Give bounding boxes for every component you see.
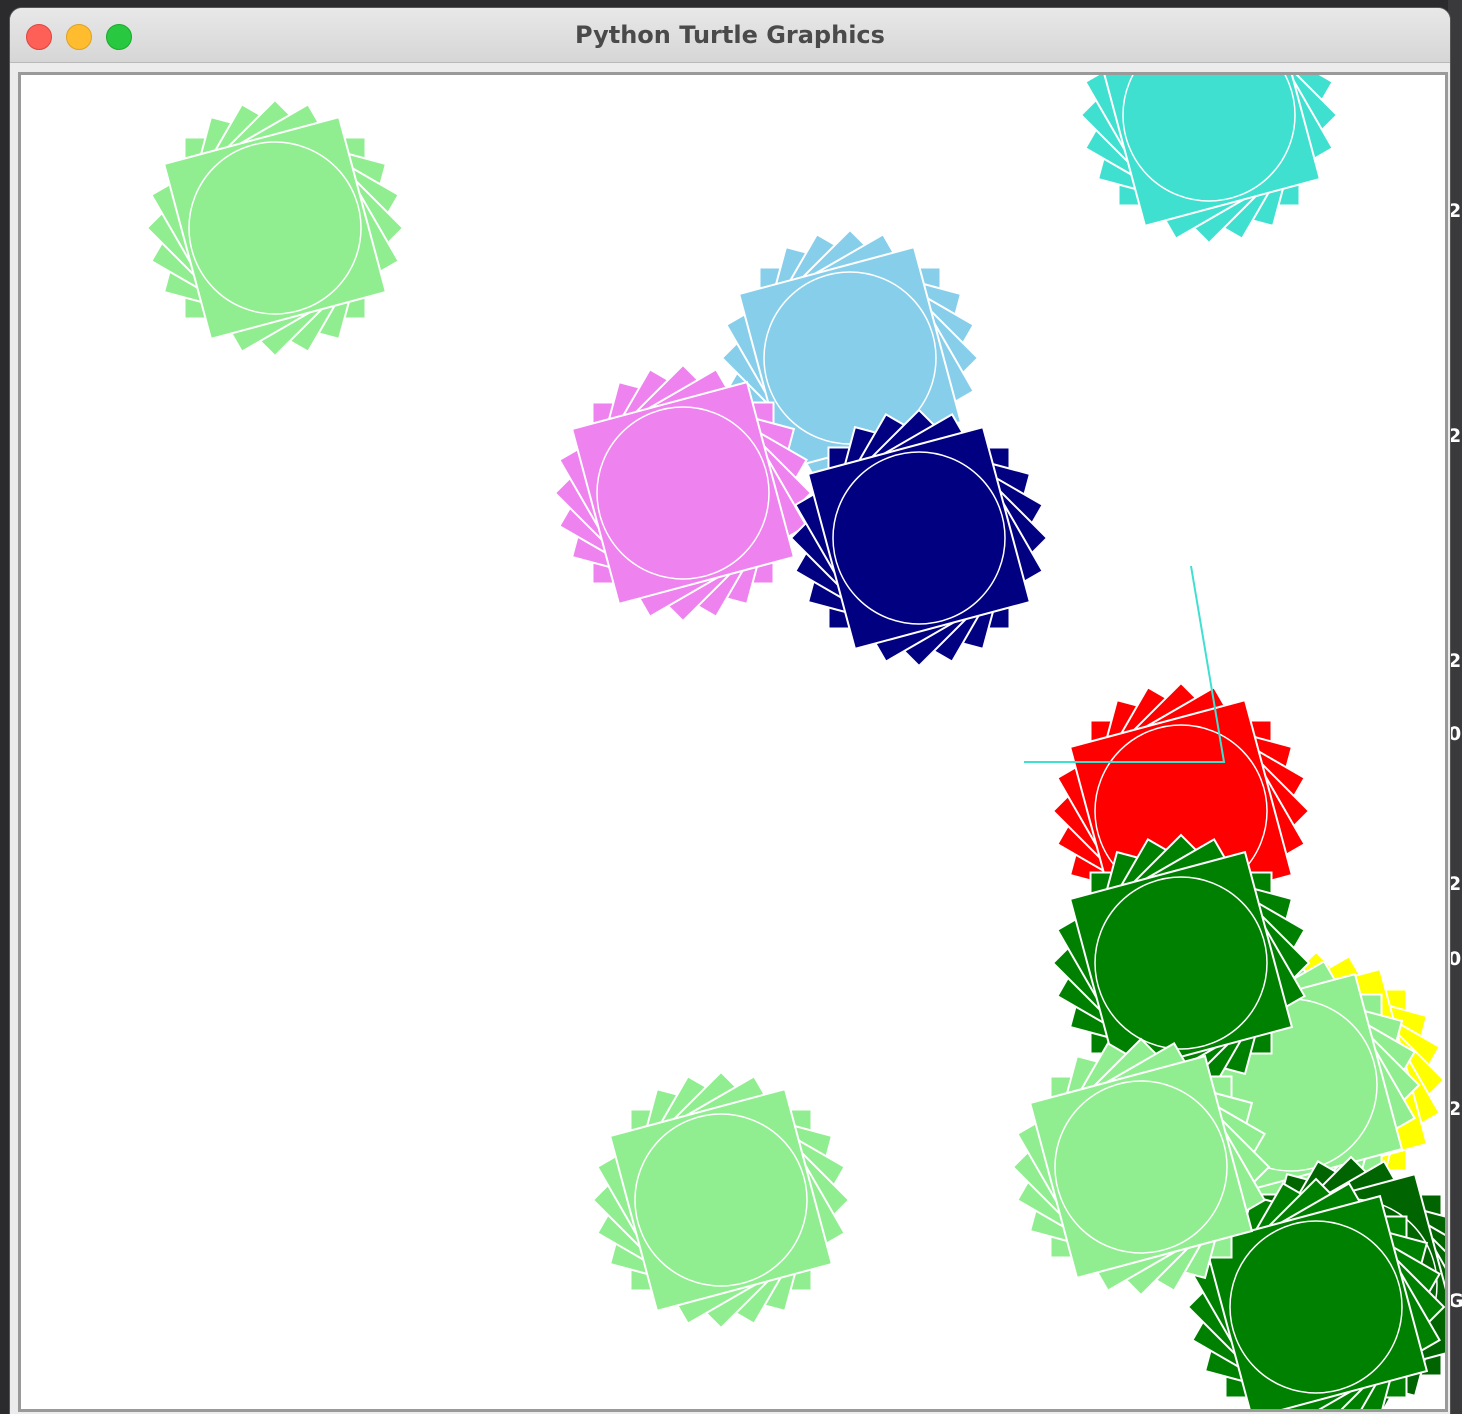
star-center-circle [1054, 1080, 1228, 1254]
star-center-circle [1229, 1220, 1403, 1394]
star-shape-violet [553, 363, 813, 623]
star-center-circle [832, 451, 1006, 625]
star-center-circle [634, 1113, 808, 1287]
background-text: G [1448, 1290, 1462, 1312]
star-shape-navy [789, 408, 1049, 668]
turtle-canvas-area[interactable] [18, 72, 1448, 1412]
star-shape-green [1051, 833, 1311, 1093]
background-text: 0 [1448, 948, 1462, 970]
star-center-circle [596, 406, 770, 580]
background-text: 2 [1448, 200, 1462, 222]
star-shape-lightgreen [591, 1070, 851, 1330]
background-text: 2 [1448, 873, 1462, 895]
title-bar[interactable]: Python Turtle Graphics [10, 8, 1450, 63]
star-shape-turquoise [1079, 75, 1339, 245]
background-text: 2 [1448, 1098, 1462, 1120]
turtle-window: Python Turtle Graphics [10, 8, 1450, 1414]
turtle-canvas[interactable] [21, 75, 1445, 1409]
star-center-circle [188, 141, 362, 315]
window-title: Python Turtle Graphics [575, 21, 885, 49]
background-text: 0 [1448, 723, 1462, 745]
background-text: 2 [1448, 425, 1462, 447]
background-text: 2 [1448, 650, 1462, 672]
star-shape-lightgreen [145, 98, 405, 358]
star-shape-lightgreen [1011, 1037, 1271, 1297]
star-center-circle [1094, 876, 1268, 1050]
